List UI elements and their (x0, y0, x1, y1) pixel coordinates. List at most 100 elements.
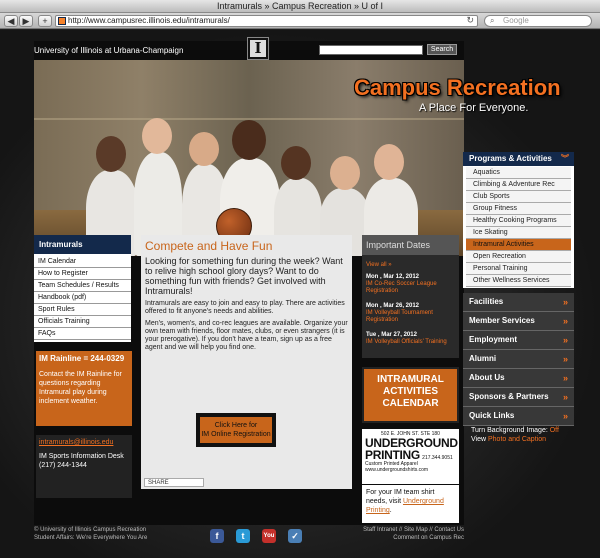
twitter-icon[interactable]: t (236, 529, 250, 543)
player-head (281, 146, 311, 180)
rainline-title: IM Rainline = 244-0329 (39, 354, 125, 363)
submenu-item[interactable]: Club Sports (466, 191, 571, 203)
sidebar-item[interactable]: Officials Training (34, 316, 131, 328)
cta-line: Click Here for (214, 422, 258, 429)
online-registration-button[interactable]: Click Here for IM Online Registration (196, 413, 276, 447)
main-content: Compete and Have Fun Looking for somethi… (141, 235, 352, 489)
chevron-right-icon: » (562, 297, 568, 307)
content-lead: Looking for something fun during the wee… (145, 256, 343, 296)
activities-calendar-banner[interactable]: INTRAMURAL ACTIVITIES CALENDAR (362, 367, 459, 423)
bg-toggle-label: Turn Background Image: (471, 427, 548, 434)
event-name: IM Co-Rec Soccer League Registration (366, 281, 437, 294)
address-bar[interactable]: http://www.campusrec.illinois.edu/intram… (55, 15, 478, 27)
ad-brand-line: PRINTING (365, 448, 420, 462)
chevron-right-icon: » (562, 316, 568, 326)
nav-programs-activities[interactable]: Programs & Activities ︾ (463, 152, 574, 166)
calendar-line: ACTIVITIES (382, 386, 438, 397)
reload-icon[interactable]: ↻ (466, 15, 474, 25)
sidebar-title[interactable]: Intramurals (34, 235, 131, 254)
submenu-item[interactable]: Personal Training (466, 263, 571, 275)
email-link[interactable]: intramurals@illinois.edu (39, 438, 129, 447)
chevron-right-icon: » (562, 335, 568, 345)
event-item[interactable]: Tue , Mar 27, 2012 IM Volleyball Officia… (366, 332, 459, 346)
site-brand-title[interactable]: Campus Recreation (354, 75, 561, 101)
submenu-item-active[interactable]: Intramural Activities (466, 239, 571, 251)
view-all-link[interactable]: View all » (366, 262, 459, 268)
player-head (374, 144, 404, 180)
sidebar-item[interactable]: How to Register (34, 268, 131, 280)
sidebar-item[interactable]: Team Schedules / Results (34, 280, 131, 292)
window-title: Intramurals » Campus Recreation » U of I (0, 0, 600, 13)
browser-search-input[interactable]: ⌕ Google (484, 15, 592, 27)
university-link[interactable]: University of Illinois at Urbana-Champai… (34, 46, 183, 55)
important-dates-panel: Important Dates View all » Mon , Mar 12,… (362, 235, 459, 358)
main-navigation: Facilities » Member Services » Employment »… (463, 293, 574, 426)
calendar-line: CALENDAR (382, 398, 439, 409)
background-toggle: Turn Background Image: Off View Photo an… (471, 426, 559, 444)
illinois-logo-icon[interactable]: I (247, 37, 269, 60)
nav-about-us[interactable]: About Us » (463, 369, 574, 388)
nav-label: Quick Links (469, 411, 515, 420)
event-item[interactable]: Mon , Mar 12, 2012 IM Co-Rec Soccer Leag… (366, 274, 459, 295)
sidebar-item[interactable]: Sport Rules (34, 304, 131, 316)
ad-url: www.undergroundshirts.com (365, 467, 429, 473)
underground-printing-ad[interactable]: 502 E. JOHN ST. STE 180 UNDERGROUND PRIN… (362, 429, 459, 484)
nav-label: Employment (469, 335, 518, 344)
submenu-item[interactable]: Climbing & Adventure Rec (466, 179, 571, 191)
event-date: Mon , Mar 26, 2012 (366, 303, 420, 309)
bg-photo-caption-link[interactable]: Photo and Caption (488, 436, 546, 443)
search-icon: ⌕ (490, 16, 495, 25)
footer-links[interactable]: Staff Intranet // Site Map // Contact Us (363, 526, 464, 534)
chevron-right-icon: » (562, 411, 568, 421)
site-search-button[interactable]: Search (427, 44, 457, 55)
sidebar-menu: IM Calendar How to Register Team Schedul… (34, 254, 131, 342)
browser-search-placeholder: Google (503, 16, 529, 25)
nav-label: Member Services (469, 316, 535, 325)
site-search-input[interactable] (319, 45, 423, 55)
ad-caption: For your IM team shirt needs, visit Unde… (362, 485, 459, 523)
back-button[interactable]: ◀ (4, 15, 18, 27)
event-name: IM Volleyball Officials' Training (366, 339, 447, 345)
comment-link[interactable]: Comment on Campus Rec (363, 534, 464, 542)
nav-alumni[interactable]: Alumni » (463, 350, 574, 369)
nav-quick-links[interactable]: Quick Links » (463, 407, 574, 426)
submenu-item[interactable]: Group Fitness (466, 203, 571, 215)
forward-button[interactable]: ▶ (19, 15, 33, 27)
player-head (232, 120, 266, 160)
submenu-item[interactable]: Open Recreation (466, 251, 571, 263)
event-name: IM Volleyball Tournament Registration (366, 310, 433, 323)
nav-facilities[interactable]: Facilities » (463, 293, 574, 312)
submenu-item[interactable]: Ice Skating (466, 227, 571, 239)
foursquare-icon[interactable]: ✓ (288, 529, 302, 543)
content-paragraph: Intramurals are easy to join and easy to… (145, 300, 345, 315)
share-label: SHARE (148, 480, 169, 486)
submenu-item[interactable]: Other Wellness Services (466, 275, 571, 287)
nav-member-services[interactable]: Member Services » (463, 312, 574, 331)
nav-label: Facilities (469, 297, 504, 306)
sidebar-item[interactable]: IM Calendar (34, 256, 131, 268)
content-paragraph: Men's, women's, and co-rec leagues are a… (145, 320, 348, 351)
share-button[interactable]: SHARE (144, 478, 204, 487)
nav-sponsors-partners[interactable]: Sponsors & Partners » (463, 388, 574, 407)
nav-employment[interactable]: Employment » (463, 331, 574, 350)
bg-off-link[interactable]: Off (550, 427, 559, 434)
nav-label: About Us (469, 373, 505, 382)
event-item[interactable]: Mon , Mar 26, 2012 IM Volleyball Tournam… (366, 303, 459, 324)
sidebar-item[interactable]: FAQs (34, 328, 131, 340)
url-text: http://www.campusrec.illinois.edu/intram… (68, 16, 230, 25)
sidebar-item[interactable]: Handbook (pdf) (34, 292, 131, 304)
copyright-text: © University of Illinois Campus Recreati… (34, 527, 147, 533)
site-tagline: A Place For Everyone. (419, 102, 529, 114)
submenu-item[interactable]: Aquatics (466, 167, 571, 179)
facebook-icon[interactable]: f (210, 529, 224, 543)
submenu-item[interactable]: Healthy Cooking Programs (466, 215, 571, 227)
add-bookmark-button[interactable]: + (38, 15, 52, 27)
player-head (330, 156, 360, 190)
page-background: University of Illinois at Urbana-Champai… (0, 30, 600, 558)
desk-phone: (217) 244-1344 (39, 462, 87, 469)
ad-phone: 217.344.9051 (422, 455, 453, 461)
event-date: Mon , Mar 12, 2012 (366, 274, 420, 280)
rainline-box: IM Rainline = 244-0329 Contact the IM Ra… (36, 351, 132, 426)
youtube-icon[interactable]: You (262, 529, 276, 543)
footer-left: © University of Illinois Campus Recreati… (34, 526, 147, 542)
